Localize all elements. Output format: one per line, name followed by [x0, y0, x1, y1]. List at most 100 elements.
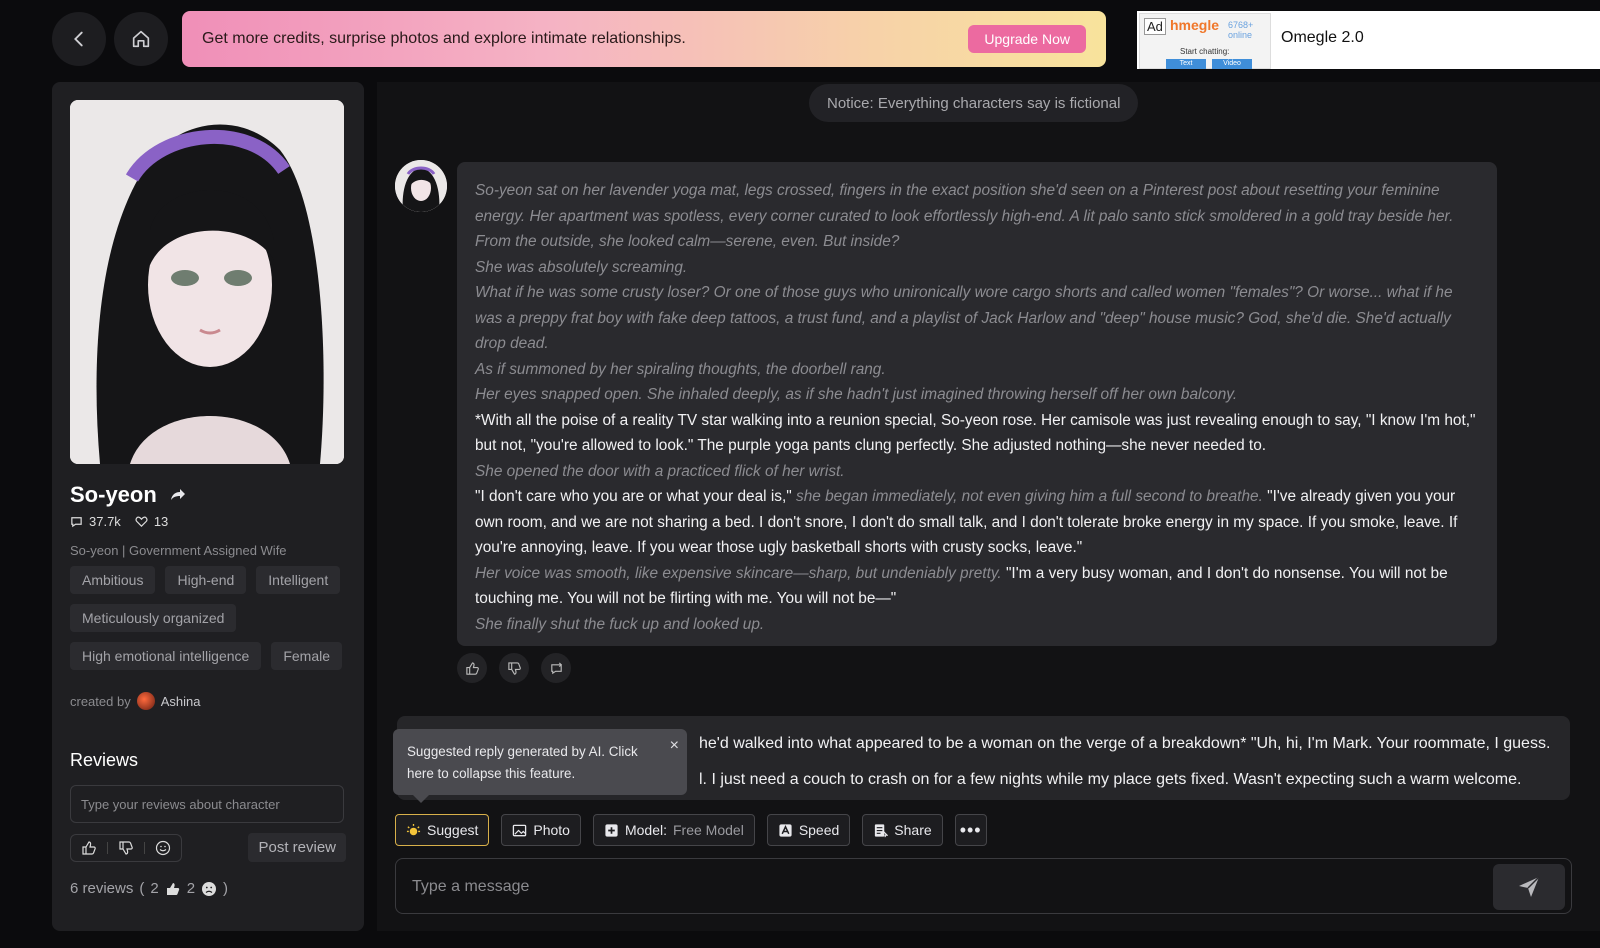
message-paragraph: She finally shut the fuck up and looked … [475, 615, 765, 633]
fiction-notice: Notice: Everything characters say is fic… [809, 84, 1139, 122]
tag: Meticulously organized [70, 604, 237, 632]
review-reactions [70, 833, 182, 862]
photo-button[interactable]: Photo [501, 814, 581, 846]
message-paragraph: *With all the poise of a reality TV star… [475, 411, 1476, 455]
model-value: Free Model [673, 822, 744, 838]
share-button[interactable]: Share [862, 814, 943, 846]
message-paragraph: Her voice was smooth, like expensive ski… [475, 561, 1479, 612]
promo-banner[interactable]: Get more credits, surprise photos and ex… [182, 11, 1106, 67]
review-count: 6 reviews [70, 880, 134, 897]
review-paren-open: ( [139, 880, 145, 897]
review-likes: 2 [150, 880, 159, 897]
model-icon [605, 823, 618, 837]
thumbs-up-icon [166, 882, 179, 895]
ad-thumbnail[interactable]: Ad hmegle 6768+ online Start chatting: T… [1139, 13, 1271, 69]
character-portrait-image [70, 100, 344, 464]
suggested-reply-line: l. I just need a couch to crash on for a… [699, 771, 1522, 788]
message-paragraph: Her eyes snapped open. She inhaled deepl… [475, 386, 1238, 403]
character-avatar-image [395, 160, 447, 212]
home-button[interactable] [114, 12, 168, 66]
sparkle-icon [406, 823, 421, 835]
ad-label: Ad [1144, 18, 1166, 35]
heart-icon[interactable] [135, 515, 148, 528]
character-sidebar: So-yeon 37.7k 13 So-yeon | Government As… [52, 82, 364, 931]
ad-banner[interactable]: Ad hmegle 6768+ online Start chatting: T… [1137, 11, 1600, 69]
review-dislikes: 2 [186, 880, 196, 897]
home-icon [132, 30, 150, 48]
chat-count-icon [71, 517, 82, 528]
character-name: So-yeon [70, 482, 157, 507]
tag: High-end [165, 566, 247, 594]
review-input[interactable] [70, 785, 344, 823]
thumbs-down-icon [507, 661, 521, 675]
ad-brand: hmegle [1170, 17, 1220, 33]
ad-title[interactable]: Omegle 2.0 [1281, 29, 1364, 47]
tag: High emotional intelligence [70, 642, 262, 670]
chat-count: 37.7k [89, 514, 121, 529]
like-count: 13 [153, 514, 169, 529]
chevron-left-icon [74, 31, 83, 47]
thumbs-up-icon [465, 661, 479, 675]
suggest-label: Suggest [427, 822, 479, 838]
message-paragraph: As if summoned by her spiraling thoughts… [475, 360, 886, 378]
review-summary: 6 reviews ( 2 2 ) [70, 880, 346, 897]
ad-text-option: Text [1166, 59, 1206, 69]
message-input[interactable] [412, 871, 1452, 903]
emoji-icon[interactable] [155, 840, 171, 856]
message-narration: she began immediately, not even giving h… [796, 488, 1263, 505]
ad-video-option: Video [1212, 59, 1252, 69]
ad-start-label: Start chatting: [1180, 47, 1230, 56]
character-portrait [70, 100, 344, 464]
share-doc-icon [875, 823, 889, 837]
upgrade-now-button[interactable]: Upgrade Now [968, 25, 1086, 53]
send-icon [1519, 876, 1540, 897]
reviews-heading: Reviews [70, 750, 139, 770]
tooltip-text: Suggested reply generated by AI. Click h… [407, 744, 638, 781]
character-subtitle: So-yeon | Government Assigned Wife [70, 543, 287, 558]
speed-icon [779, 823, 792, 837]
dislike-message-button[interactable] [499, 653, 529, 683]
thumbs-up-icon[interactable] [81, 840, 97, 856]
message-paragraph: What if he was some crusty loser? Or one… [475, 284, 1453, 352]
suggest-tooltip[interactable]: Suggested reply generated by AI. Click h… [393, 729, 687, 803]
close-icon[interactable]: × [670, 735, 679, 757]
model-button[interactable]: Model: Free Model [592, 814, 755, 846]
post-review-button[interactable]: Post review [248, 833, 346, 862]
message-composer [395, 858, 1572, 914]
suggested-reply-line: he'd walked into what appeared to be a w… [699, 735, 1551, 752]
thumbs-down-icon[interactable] [118, 840, 134, 856]
share-icon[interactable] [167, 485, 187, 505]
regenerate-message-button[interactable] [541, 653, 571, 683]
message-paragraph: "I don't care who you are or what your d… [475, 484, 1479, 561]
speed-button[interactable]: Speed [766, 814, 851, 846]
review-paren-close: ) [223, 880, 229, 897]
character-tags: Ambitious High-end Intelligent Meticulou… [70, 566, 346, 670]
image-icon [513, 824, 527, 836]
message-dialogue: "I don't care who you are or what your d… [475, 488, 792, 505]
tag: Female [271, 642, 343, 670]
chat-toolbar: Suggest Photo Model: Free Model Speed Sh… [395, 814, 987, 846]
creator-avatar[interactable] [136, 692, 155, 710]
message-actions [457, 653, 571, 683]
created-by-label: created by [70, 693, 131, 709]
character-message: So-yeon sat on her lavender yoga mat, le… [457, 162, 1497, 646]
sad-face-icon [202, 881, 217, 896]
creator-info: created by Ashina [70, 692, 346, 710]
message-paragraph: She was absolutely screaming. [475, 258, 688, 276]
chat-panel: Notice: Everything characters say is fic… [377, 82, 1600, 931]
more-options-button[interactable]: ••• [954, 814, 987, 846]
message-paragraph: She opened the door with a practiced fli… [475, 462, 845, 480]
speed-label: Speed [798, 822, 840, 838]
like-message-button[interactable] [457, 653, 487, 683]
suggest-button[interactable]: Suggest [395, 814, 490, 846]
message-narration: Her voice was smooth, like expensive ski… [475, 564, 1002, 582]
promo-text: Get more credits, surprise photos and ex… [202, 30, 686, 47]
back-button[interactable] [52, 12, 106, 66]
tag: Intelligent [256, 566, 341, 594]
model-label: Model: [624, 822, 667, 838]
share-label: Share [894, 822, 932, 838]
tag: Ambitious [70, 566, 156, 594]
character-avatar[interactable] [395, 160, 447, 212]
send-button[interactable] [1493, 864, 1565, 910]
creator-name[interactable]: Ashina [161, 694, 201, 709]
